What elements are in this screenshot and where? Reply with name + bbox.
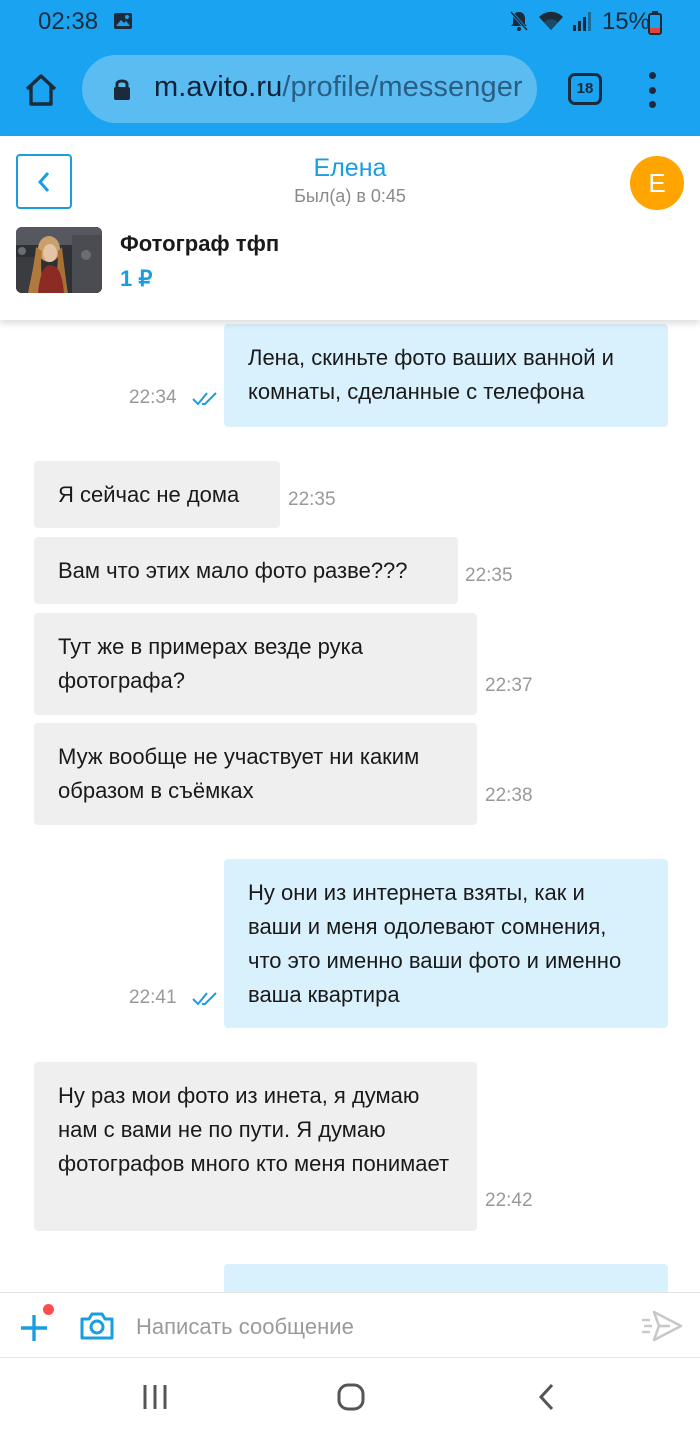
home-button[interactable]: [20, 70, 62, 110]
home-icon: [25, 74, 57, 106]
android-nav-bar: [0, 1358, 700, 1438]
menu-icon[interactable]: [640, 72, 664, 108]
url-host: m.avito.ru: [154, 71, 283, 103]
recent-apps-icon[interactable]: [140, 1384, 170, 1415]
message-bubble-outgoing[interactable]: [224, 1264, 668, 1292]
listing-title[interactable]: Фотограф тфп: [120, 231, 279, 257]
message-bubble-incoming[interactable]: Муж вообще не участвует ни каким образом…: [34, 723, 477, 825]
message-text: Вам что этих мало фото разве???: [58, 558, 408, 583]
message-bubble-incoming[interactable]: Я сейчас не дома: [34, 461, 280, 528]
tabs-button[interactable]: 18: [568, 73, 602, 105]
message-time: 22:37: [485, 675, 533, 696]
battery-percent: 15%: [601, 8, 650, 35]
status-icons: [508, 10, 594, 37]
status-bar: 02:38 15%: [0, 0, 700, 44]
status-time: 02:38: [38, 8, 99, 35]
message-time: 22:34: [129, 387, 177, 408]
screen: 02:38 15% m.avito.ru/profile/messenger 1…: [0, 0, 700, 1438]
mute-icon: [508, 10, 530, 37]
wifi-icon: [538, 10, 564, 37]
message-composer: [0, 1292, 700, 1358]
chat-header: Елена Был(а) в 0:45 Е Фотограф тфп 1 ₽: [0, 136, 700, 320]
message-time: 22:35: [465, 565, 513, 586]
message-text: Ну раз мои фото из инета, я думаю нам с …: [58, 1083, 450, 1176]
message-bubble-incoming[interactable]: Тут же в примерах везде рука фотографа?: [34, 613, 477, 715]
url-bar[interactable]: m.avito.ru/profile/messenger: [82, 55, 537, 123]
message-bubble-outgoing[interactable]: Ну они из интернета взяты, как и ваши и …: [224, 859, 668, 1028]
nav-home-icon[interactable]: [337, 1383, 365, 1416]
message-text: Лена, скиньте фото ваших ванной и комнат…: [248, 345, 614, 404]
message-input[interactable]: [136, 1311, 616, 1343]
plus-icon[interactable]: [18, 1311, 50, 1343]
tab-count: 18: [576, 80, 594, 97]
contact-name[interactable]: Елена: [0, 154, 700, 183]
camera-icon[interactable]: [79, 1311, 115, 1346]
message-time: 22:42: [485, 1190, 533, 1211]
double-check-icon: [192, 390, 218, 411]
message-bubble-incoming[interactable]: Ну раз мои фото из инета, я думаю нам с …: [34, 1062, 477, 1231]
url-text: m.avito.ru/profile/messenger: [154, 71, 523, 104]
message-text: Тут же в примерах везде рука фотографа?: [58, 634, 363, 693]
signal-icon: [572, 10, 594, 37]
avatar[interactable]: Е: [630, 156, 684, 210]
message-time: 22:41: [129, 987, 177, 1008]
message-bubble-incoming[interactable]: Вам что этих мало фото разве???: [34, 537, 458, 604]
url-path: /profile/messenger: [282, 71, 523, 103]
lock-icon: [112, 77, 132, 106]
notification-dot: [43, 1304, 54, 1315]
browser-chrome: 02:38 15% m.avito.ru/profile/messenger 1…: [0, 0, 700, 136]
message-text: Муж вообще не участвует ни каким образом…: [58, 744, 420, 803]
battery-icon: [648, 11, 662, 40]
double-check-icon: [192, 990, 218, 1011]
message-time: 22:38: [485, 785, 533, 806]
message-list: Лена, скиньте фото ваших ванной и комнат…: [0, 320, 700, 1292]
gallery-icon: [113, 12, 133, 35]
nav-back-icon[interactable]: [537, 1383, 557, 1416]
last-seen-status: Был(а) в 0:45: [294, 186, 406, 206]
listing-price: 1 ₽: [120, 266, 153, 291]
message-text: Ну они из интернета взяты, как и ваши и …: [248, 880, 622, 1007]
listing-thumbnail[interactable]: [16, 227, 102, 293]
message-time: 22:35: [288, 489, 336, 510]
message-bubble-outgoing[interactable]: Лена, скиньте фото ваших ванной и комнат…: [224, 324, 668, 427]
message-text: Я сейчас не дома: [58, 482, 240, 507]
send-icon[interactable]: [640, 1309, 684, 1348]
